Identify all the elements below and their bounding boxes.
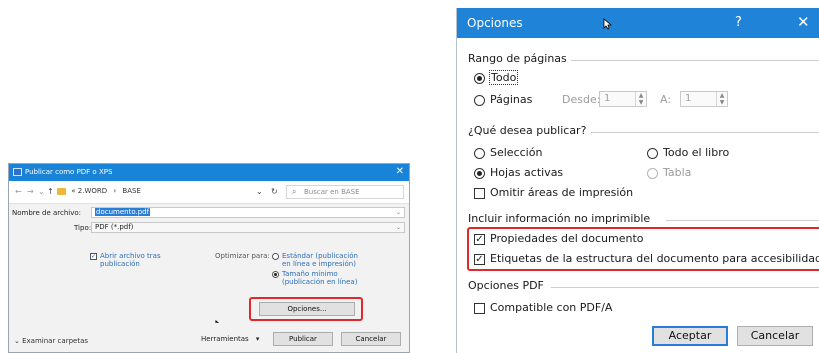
range-to-spinner[interactable]: 1 ▲ ▼ — [680, 91, 728, 107]
breadcrumb-prefix: « — [71, 187, 76, 195]
spinner-arrows-icon[interactable]: ▲ ▼ — [716, 92, 727, 106]
optimize-minimum-label-2: (publicación en línea) — [282, 278, 358, 286]
close-icon[interactable]: ✕ — [797, 13, 810, 31]
forward-arrow-icon[interactable]: → — [27, 187, 34, 196]
spinner-arrows-icon[interactable]: ▲ ▼ — [635, 92, 646, 106]
table-label: Tabla — [663, 166, 692, 179]
up-arrow-icon[interactable]: ↑ — [47, 187, 54, 196]
omit-print-areas-label: Omitir áreas de impresión — [490, 186, 634, 199]
open-after-publish-label: Abrir archivo tras — [100, 252, 161, 260]
range-all-label: Todo — [488, 70, 519, 85]
breadcrumb-item-word[interactable]: 2.WORD — [78, 187, 107, 195]
search-icon: ⌕ — [292, 187, 297, 196]
type-label: Tipo: — [74, 224, 92, 232]
publish-button[interactable]: Publicar — [273, 332, 333, 346]
omit-print-areas-checkbox[interactable] — [474, 188, 485, 199]
options-titlebar: Opciones ? ✕ — [457, 8, 819, 38]
pdf-options-header: Opciones PDF — [468, 279, 544, 292]
divider — [666, 220, 819, 221]
publish-dialog-footer: ⌄ Examinar carpetas Herramientas ▾ Publi… — [9, 323, 409, 352]
publish-dialog-titlebar: Publicar como PDF o XPS ✕ — [9, 164, 409, 181]
cancel-button[interactable]: Cancelar — [341, 332, 401, 346]
filename-label: Nombre de archivo: — [12, 209, 82, 217]
breadcrumb-item-base[interactable]: BASE — [122, 187, 140, 195]
folder-icon — [57, 187, 66, 195]
tools-menu[interactable]: Herramientas ▾ — [201, 335, 259, 343]
options-dialog: Opciones ? ✕ Rango de páginas Todo Págin… — [456, 8, 819, 353]
type-value: PDF (*.pdf) — [95, 223, 134, 231]
search-placeholder: Buscar en BASE — [304, 188, 360, 196]
range-to-value: 1 — [685, 93, 692, 104]
whole-book-radio[interactable] — [647, 148, 658, 159]
browse-folders-label: Examinar carpetas — [22, 337, 89, 345]
optimize-standard-radio[interactable] — [272, 253, 279, 260]
range-to-label: A: — [660, 93, 672, 106]
publish-dialog-body: Nombre de archivo: documento.pdf ⌄ Tipo:… — [9, 203, 409, 336]
pdfa-label: Compatible con PDF/A — [490, 301, 613, 314]
open-after-publish-checkbox[interactable]: ✓ — [90, 253, 97, 260]
optimize-minimum-label: Tamaño mínimo — [282, 270, 338, 278]
caret-down-icon: ▾ — [255, 335, 260, 343]
divider — [591, 132, 819, 133]
optimize-label: Optimizar para: — [215, 252, 270, 260]
active-sheets-label: Hojas activas — [490, 166, 564, 179]
tools-label: Herramientas — [201, 335, 249, 343]
app-icon — [13, 168, 22, 176]
breadcrumb-separator: › — [113, 187, 117, 195]
publish-what-header: ¿Qué desea publicar? — [468, 124, 587, 137]
filename-field[interactable]: documento.pdf ⌄ — [91, 207, 405, 218]
ok-button[interactable]: Aceptar — [652, 326, 728, 346]
whole-book-label: Todo el libro — [663, 146, 730, 159]
optimize-standard-label-2: en línea e impresión) — [282, 260, 356, 268]
range-from-label: Desde: — [562, 93, 601, 106]
recent-locations-icon[interactable]: ⌄ — [38, 187, 45, 196]
range-all-radio[interactable] — [474, 73, 485, 84]
back-arrow-icon[interactable]: ← — [15, 187, 22, 196]
navigation-bar: ← → ⌄ ↑ « 2.WORD › BASE ⌄ ↻ ⌕ Buscar en … — [9, 181, 409, 203]
divider — [571, 60, 819, 61]
refresh-icon[interactable]: ↻ — [271, 187, 278, 196]
breadcrumb[interactable]: « 2.WORD › BASE — [57, 187, 141, 195]
help-icon[interactable]: ? — [735, 15, 742, 30]
options-title: Opciones — [467, 16, 523, 30]
search-input[interactable]: ⌕ Buscar en BASE — [286, 185, 404, 199]
open-after-publish-label-2: publicación — [100, 260, 140, 268]
non-printable-header: Incluir información no imprimible — [468, 212, 651, 225]
range-pages-label: Páginas — [490, 93, 533, 106]
active-sheets-radio[interactable] — [474, 168, 485, 179]
non-printable-highlight — [467, 227, 819, 271]
pdfa-checkbox[interactable] — [474, 303, 485, 314]
page-range-header: Rango de páginas — [468, 52, 567, 65]
range-from-value: 1 — [604, 93, 611, 104]
chevron-down-icon[interactable]: ⌄ — [396, 208, 401, 217]
optimize-minimum-radio[interactable] — [272, 271, 279, 278]
table-radio[interactable] — [647, 168, 658, 179]
options-highlight — [249, 297, 363, 321]
chevron-down-icon[interactable]: ⌄ — [256, 187, 263, 196]
selection-radio[interactable] — [474, 148, 485, 159]
type-select[interactable]: PDF (*.pdf) ⌄ — [91, 222, 405, 233]
close-icon[interactable]: ✕ — [396, 166, 404, 177]
optimize-standard-label: Estándar (publicación — [282, 252, 358, 260]
range-from-spinner[interactable]: 1 ▲ ▼ — [599, 91, 647, 107]
selection-label: Selección — [490, 146, 543, 159]
chevron-down-icon: ⌄ — [14, 337, 20, 345]
mouse-cursor-icon — [603, 18, 612, 30]
cancel-button[interactable]: Cancelar — [737, 326, 813, 346]
chevron-down-icon[interactable]: ⌄ — [396, 223, 401, 232]
publish-dialog-title: Publicar como PDF o XPS — [25, 168, 113, 176]
browse-folders-toggle[interactable]: ⌄ Examinar carpetas — [14, 337, 88, 345]
publish-pdf-dialog: Publicar como PDF o XPS ✕ ← → ⌄ ↑ « 2.WO… — [8, 163, 410, 353]
divider — [551, 287, 819, 288]
range-pages-radio[interactable] — [474, 95, 485, 106]
filename-value: documento.pdf — [95, 208, 151, 216]
